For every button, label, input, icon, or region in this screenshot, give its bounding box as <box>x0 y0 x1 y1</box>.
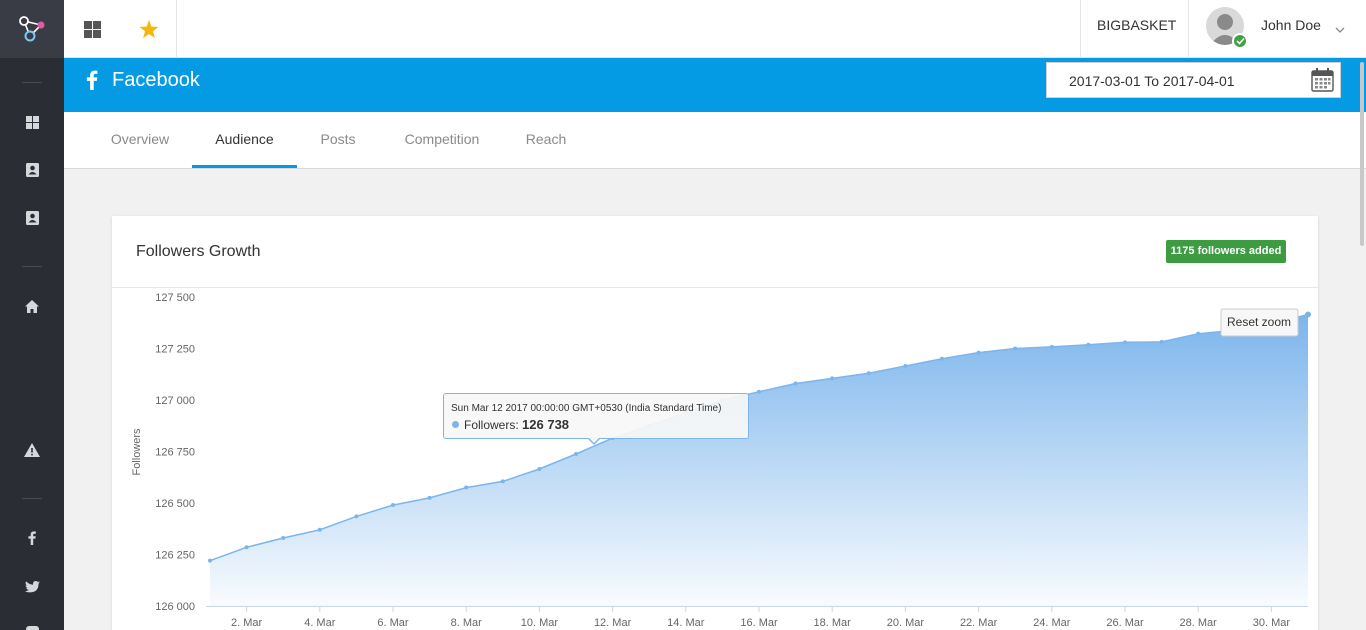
tab-overview[interactable]: Overview <box>96 112 184 168</box>
chart-tooltip: Sun Mar 12 2017 00:00:00 GMT+0530 (India… <box>443 393 749 439</box>
brand-name[interactable]: BIGBASKET <box>1097 0 1176 58</box>
top-bar: BIGBASKET John Doe <box>64 0 1366 58</box>
divider <box>176 0 177 58</box>
tooltip-value: 126 738 <box>522 417 570 432</box>
facebook-icon <box>86 70 98 95</box>
verified-icon <box>1232 33 1248 49</box>
sidebar-divider <box>22 498 42 499</box>
tooltip-series: Followers: 126 738 <box>464 417 570 432</box>
tooltip-date: Sun Mar 12 2017 00:00:00 GMT+0530 (India… <box>451 403 722 414</box>
page-title: Facebook <box>112 69 200 91</box>
dashboard-icon[interactable] <box>0 108 64 136</box>
user-name[interactable]: John Doe <box>1261 0 1321 50</box>
divider <box>1080 0 1081 58</box>
date-range-picker[interactable]: 2017-03-01 To 2017-04-01 <box>1046 62 1341 98</box>
reset-zoom-label[interactable]: Reset zoom <box>1227 315 1291 329</box>
divider <box>112 287 1318 288</box>
favorites-button[interactable] <box>121 0 176 58</box>
apps-grid-button[interactable] <box>64 0 121 58</box>
followers-added-badge: 1175 followers added <box>1166 240 1286 263</box>
apps-grid-icon <box>84 20 101 38</box>
card-title: Followers Growth <box>136 243 261 260</box>
chevron-down-icon[interactable] <box>1335 20 1345 38</box>
tab-reach[interactable]: Reach <box>516 112 576 168</box>
divider <box>1188 0 1189 58</box>
sidebar-divider <box>22 266 42 267</box>
tab-audience[interactable]: Audience <box>192 112 297 168</box>
instagram-icon[interactable] <box>0 618 64 630</box>
facebook-icon[interactable] <box>0 524 64 552</box>
home-icon[interactable] <box>0 292 64 320</box>
series-marker <box>452 421 459 428</box>
date-range-value[interactable]: 2017-03-01 To 2017-04-01 <box>1069 73 1235 89</box>
contact-card-icon[interactable] <box>0 204 64 232</box>
sidebar <box>0 0 64 630</box>
tooltip-series-name: Followers <box>464 418 516 432</box>
contact-card-icon[interactable] <box>0 156 64 184</box>
tooltip-arrow <box>588 437 600 443</box>
reset-zoom-button[interactable]: Reset zoom <box>1220 308 1299 337</box>
scrollbar[interactable] <box>1360 62 1364 246</box>
tab-competition[interactable]: Competition <box>394 112 490 168</box>
star-icon <box>139 19 158 38</box>
sidebar-divider <box>22 82 42 83</box>
tab-posts[interactable]: Posts <box>308 112 368 168</box>
calendar-icon[interactable] <box>1311 68 1334 97</box>
alert-icon[interactable] <box>0 436 64 464</box>
tab-bar: Overview Audience Posts Competition Reac… <box>64 112 1366 169</box>
logo-icon[interactable] <box>0 0 64 58</box>
twitter-icon[interactable] <box>0 573 64 601</box>
page-header: Facebook 2017-03-01 To 2017-04-01 <box>64 58 1366 112</box>
